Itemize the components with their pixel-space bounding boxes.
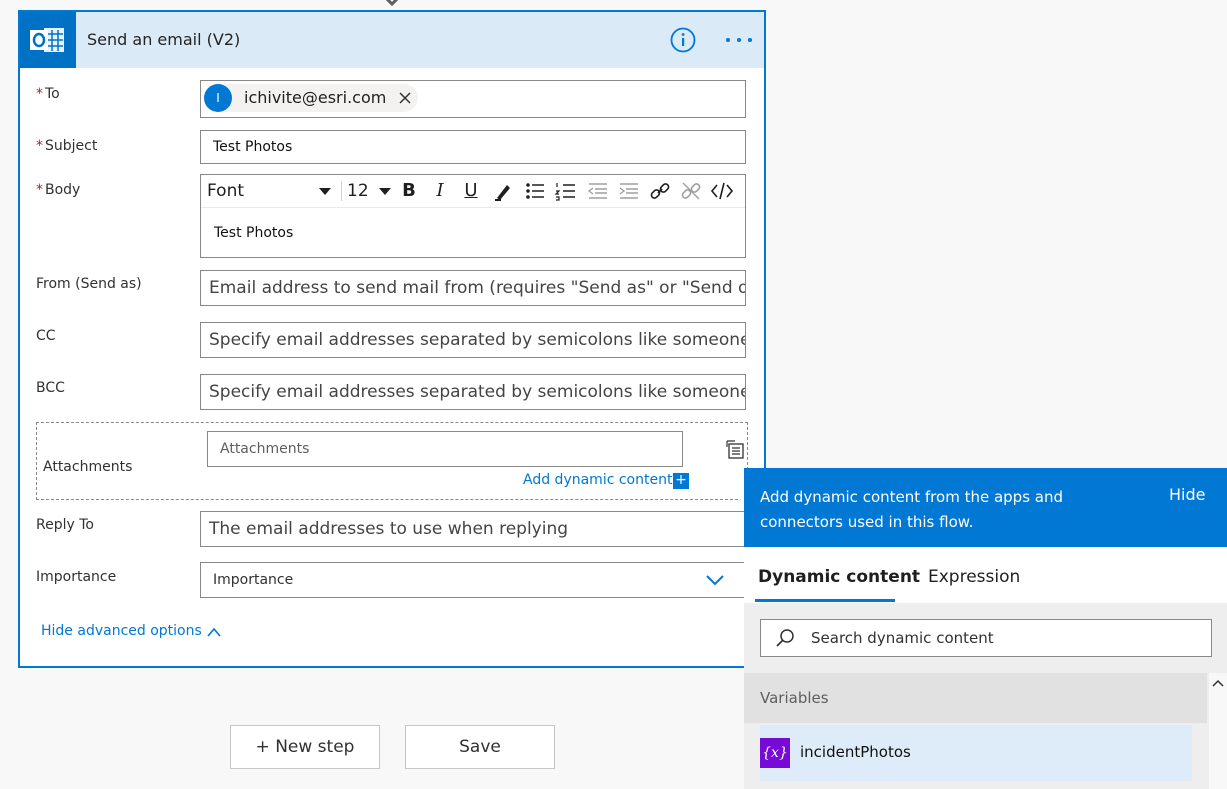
more-options-icon[interactable] bbox=[724, 32, 754, 48]
chevron-down-icon bbox=[379, 188, 391, 195]
card-header[interactable]: Send an email (V2) bbox=[20, 12, 764, 68]
body-label: * Body bbox=[36, 182, 81, 198]
bold-button[interactable]: B bbox=[396, 179, 422, 203]
underline-button[interactable]: U bbox=[458, 179, 484, 203]
bcc-label: BCC bbox=[36, 380, 65, 396]
to-field[interactable]: I ichivite@esri.com bbox=[200, 80, 746, 118]
font-dropdown[interactable]: Font bbox=[207, 179, 335, 203]
dynamic-content-panel: Add dynamic content from the apps and co… bbox=[744, 468, 1227, 789]
body-editor[interactable]: Font 12 B I U Test Photos bbox=[200, 174, 746, 258]
importance-value: Importance bbox=[213, 572, 294, 588]
variable-icon: {x} bbox=[760, 738, 790, 768]
flow-connector-arrow-icon bbox=[385, 0, 399, 7]
italic-button[interactable]: I bbox=[427, 179, 453, 203]
active-tab-indicator bbox=[755, 599, 895, 602]
tab-dynamic-content[interactable]: Dynamic content bbox=[758, 567, 920, 587]
search-icon bbox=[776, 629, 794, 647]
chevron-down-icon bbox=[319, 188, 331, 195]
recipient-email: ichivite@esri.com bbox=[244, 88, 387, 107]
hide-panel-button[interactable]: Hide bbox=[1169, 485, 1205, 504]
list-item[interactable]: {x} incidentPhotos bbox=[760, 725, 1192, 781]
variables-group-header[interactable]: Variables bbox=[744, 673, 1207, 723]
scroll-up-icon[interactable] bbox=[1212, 679, 1224, 687]
info-icon[interactable] bbox=[670, 27, 696, 53]
subject-label: * Subject bbox=[36, 138, 98, 154]
importance-dropdown[interactable]: Importance bbox=[200, 562, 746, 598]
list-item-label: incidentPhotos bbox=[800, 743, 911, 761]
tab-expression[interactable]: Expression bbox=[928, 567, 1020, 587]
font-color-icon[interactable] bbox=[491, 179, 517, 203]
search-placeholder: Search dynamic content bbox=[811, 629, 994, 647]
save-button[interactable]: Save bbox=[405, 725, 555, 769]
dynamic-panel-header: Add dynamic content from the apps and co… bbox=[744, 468, 1227, 547]
chevron-up-icon[interactable] bbox=[206, 626, 222, 638]
numbered-list-icon[interactable] bbox=[553, 179, 579, 203]
toolbar-divider bbox=[341, 181, 342, 201]
link-icon[interactable] bbox=[647, 179, 673, 203]
decrease-indent-icon[interactable] bbox=[585, 179, 611, 203]
cc-field[interactable]: Specify email addresses separated by sem… bbox=[200, 322, 746, 358]
attachments-section: Attachments Attachments Add dynamic cont… bbox=[36, 422, 748, 500]
add-dynamic-content-link[interactable]: Add dynamic content bbox=[523, 472, 672, 488]
add-dynamic-content-icon[interactable]: + bbox=[673, 473, 689, 489]
hide-advanced-options-link[interactable]: Hide advanced options bbox=[41, 623, 202, 639]
close-icon[interactable] bbox=[398, 91, 412, 105]
unlink-icon[interactable] bbox=[678, 179, 704, 203]
cc-label: CC bbox=[36, 328, 56, 344]
reply-to-label: Reply To bbox=[36, 517, 94, 533]
bcc-field[interactable]: Specify email addresses separated by sem… bbox=[200, 374, 746, 410]
chevron-down-icon bbox=[706, 575, 724, 586]
search-dynamic-content-input[interactable]: Search dynamic content bbox=[760, 619, 1212, 657]
switch-to-array-icon[interactable] bbox=[725, 439, 747, 461]
rich-text-toolbar: Font 12 B I U bbox=[201, 175, 745, 208]
send-email-action-card: Send an email (V2) * To I ichivite@esri.c… bbox=[18, 10, 766, 668]
group-label: Variables bbox=[760, 689, 829, 707]
body-text: Test Photos bbox=[214, 225, 294, 241]
bulleted-list-icon[interactable] bbox=[522, 179, 548, 203]
font-size-dropdown[interactable]: 12 bbox=[347, 179, 393, 203]
from-label: From (Send as) bbox=[36, 276, 142, 292]
attachments-label: Attachments bbox=[43, 459, 133, 475]
from-field[interactable]: Email address to send mail from (require… bbox=[200, 270, 746, 306]
importance-label: Importance bbox=[36, 569, 117, 585]
dynamic-panel-description: Add dynamic content from the apps and co… bbox=[760, 488, 1063, 531]
attachments-field[interactable]: Attachments bbox=[207, 431, 683, 467]
recipient-token: I ichivite@esri.com bbox=[204, 84, 418, 112]
to-label: * To bbox=[36, 86, 60, 102]
increase-indent-icon[interactable] bbox=[616, 179, 642, 203]
code-view-icon[interactable] bbox=[709, 179, 735, 203]
avatar: I bbox=[204, 84, 232, 112]
subject-field[interactable]: Test Photos bbox=[200, 130, 746, 164]
scrollbar[interactable] bbox=[1209, 673, 1227, 789]
panel-pointer bbox=[731, 476, 745, 504]
outlook-icon bbox=[20, 12, 76, 68]
new-step-button[interactable]: + New step bbox=[230, 725, 380, 769]
dynamic-panel-tabs: Dynamic content Expression bbox=[744, 547, 1227, 603]
dynamic-content-list: Search dynamic content Variables {x} inc… bbox=[744, 603, 1227, 789]
card-title: Send an email (V2) bbox=[87, 30, 241, 49]
reply-to-field[interactable]: The email addresses to use when replying bbox=[200, 511, 746, 547]
